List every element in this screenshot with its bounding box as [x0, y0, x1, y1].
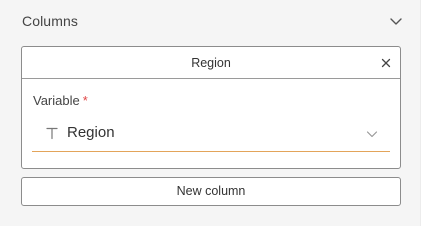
new-column-label: New column	[176, 184, 246, 198]
column-card-title: Region	[191, 56, 231, 70]
chevron-down-icon[interactable]	[388, 13, 404, 29]
variable-select-value: Region	[67, 124, 115, 141]
variable-select[interactable]: Region	[32, 117, 390, 152]
required-marker: *	[82, 93, 88, 108]
new-column-button[interactable]: New column	[21, 177, 401, 206]
columns-section-header[interactable]: Columns	[0, 0, 421, 44]
columns-panel: Columns Region Variable * Region New col…	[0, 0, 421, 226]
variable-label-text: Variable	[33, 93, 80, 108]
column-card-header: Region	[22, 47, 400, 79]
text-type-icon	[46, 127, 58, 140]
close-icon[interactable]	[378, 55, 394, 71]
variable-field-label: Variable *	[33, 93, 88, 108]
chevron-down-icon[interactable]	[365, 127, 379, 141]
section-title: Columns	[22, 13, 78, 29]
column-card: Region Variable * Region	[21, 46, 401, 169]
